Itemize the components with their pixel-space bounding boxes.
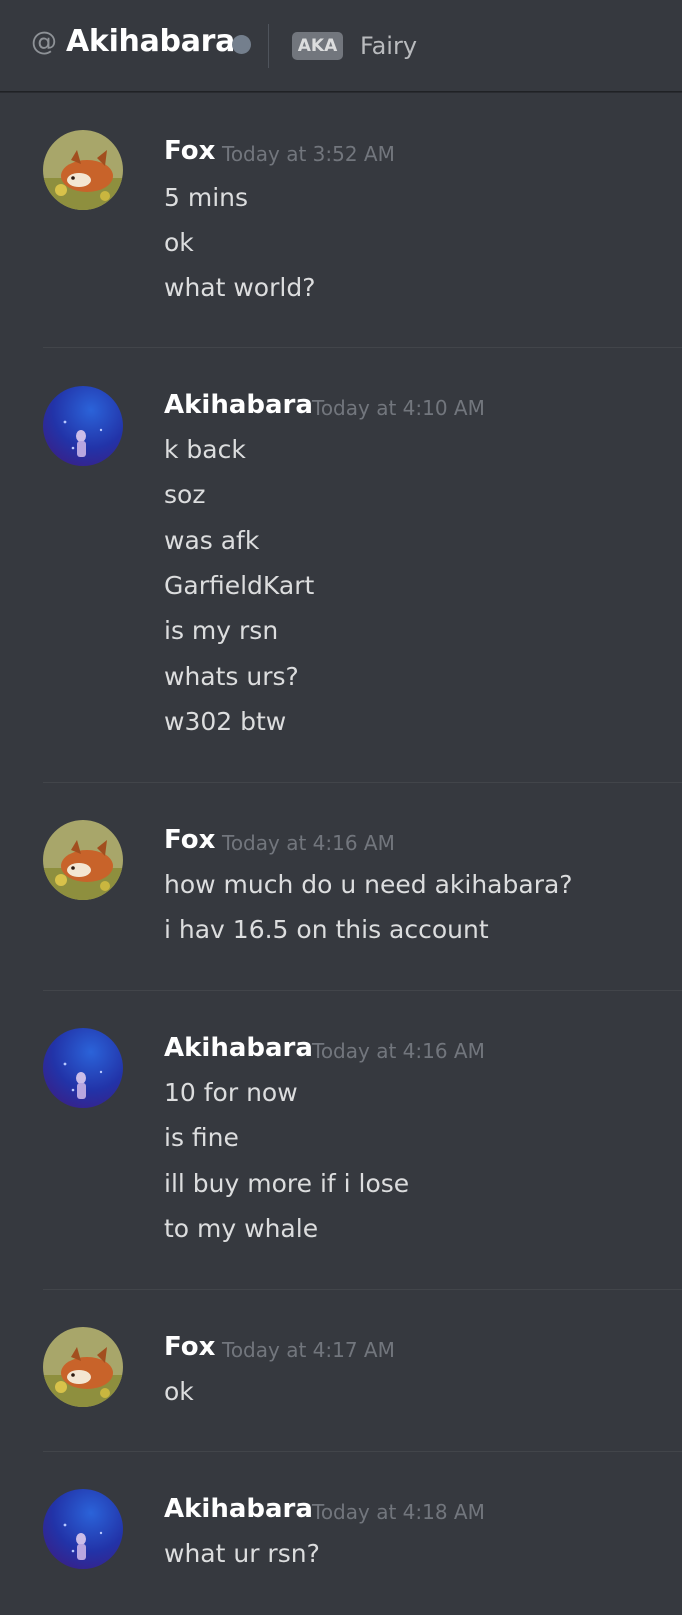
message-divider — [43, 347, 682, 348]
message-divider — [43, 990, 682, 991]
message-line: to my whale — [164, 1214, 319, 1243]
message-line: 5 mins — [164, 183, 249, 212]
akihabara-avatar[interactable] — [43, 1489, 123, 1569]
message-line: ok — [164, 1377, 194, 1406]
message-divider — [43, 782, 682, 783]
message-line: soz — [164, 480, 206, 509]
message-line: k back — [164, 435, 246, 464]
message-author[interactable]: Fox — [164, 134, 215, 168]
message-divider — [43, 1289, 682, 1290]
message-line: GarfieldKart — [164, 571, 315, 600]
message-line: ok — [164, 228, 194, 257]
message-line: what world? — [164, 273, 316, 302]
message-line: whats urs? — [164, 662, 299, 691]
message-timestamp: Today at 4:17 AM — [222, 1338, 395, 1362]
message-timestamp: Today at 3:52 AM — [222, 142, 395, 166]
message-line: how much do u need akihabara? — [164, 870, 573, 899]
message-author[interactable]: Akihabara — [164, 1492, 313, 1526]
message-timestamp: Today at 4:10 AM — [312, 396, 485, 420]
message-line: is fine — [164, 1123, 239, 1152]
fox-avatar[interactable] — [43, 820, 123, 900]
message-author[interactable]: Fox — [164, 823, 215, 857]
message-line: what ur rsn? — [164, 1539, 320, 1568]
at-icon: @ — [31, 27, 57, 57]
message-line: w302 btw — [164, 707, 287, 736]
akihabara-avatar[interactable] — [43, 1028, 123, 1108]
akihabara-avatar[interactable] — [43, 386, 123, 466]
message-author[interactable]: Fox — [164, 1330, 215, 1364]
message-line: is my rsn — [164, 616, 279, 645]
fox-avatar[interactable] — [43, 130, 123, 210]
offline-status-icon — [232, 35, 251, 54]
aka-badge: AKA — [292, 32, 343, 60]
message-timestamp: Today at 4:16 AM — [222, 831, 395, 855]
message-author[interactable]: Akihabara — [164, 1031, 313, 1065]
message-line: ill buy more if i lose — [164, 1169, 410, 1198]
header-divider — [268, 24, 269, 68]
dm-recipient-name[interactable]: Akihabara — [66, 24, 235, 60]
message-line: was afk — [164, 526, 260, 555]
message-timestamp: Today at 4:16 AM — [312, 1039, 485, 1063]
message-line: 10 for now — [164, 1078, 298, 1107]
fox-avatar[interactable] — [43, 1327, 123, 1407]
message-author[interactable]: Akihabara — [164, 388, 313, 422]
message-line: i hav 16.5 on this account — [164, 915, 489, 944]
message-divider — [43, 1451, 682, 1452]
message-timestamp: Today at 4:18 AM — [312, 1500, 485, 1524]
aka-name: Fairy — [360, 32, 418, 60]
channel-header: @ Akihabara AKA Fairy — [0, 0, 682, 92]
